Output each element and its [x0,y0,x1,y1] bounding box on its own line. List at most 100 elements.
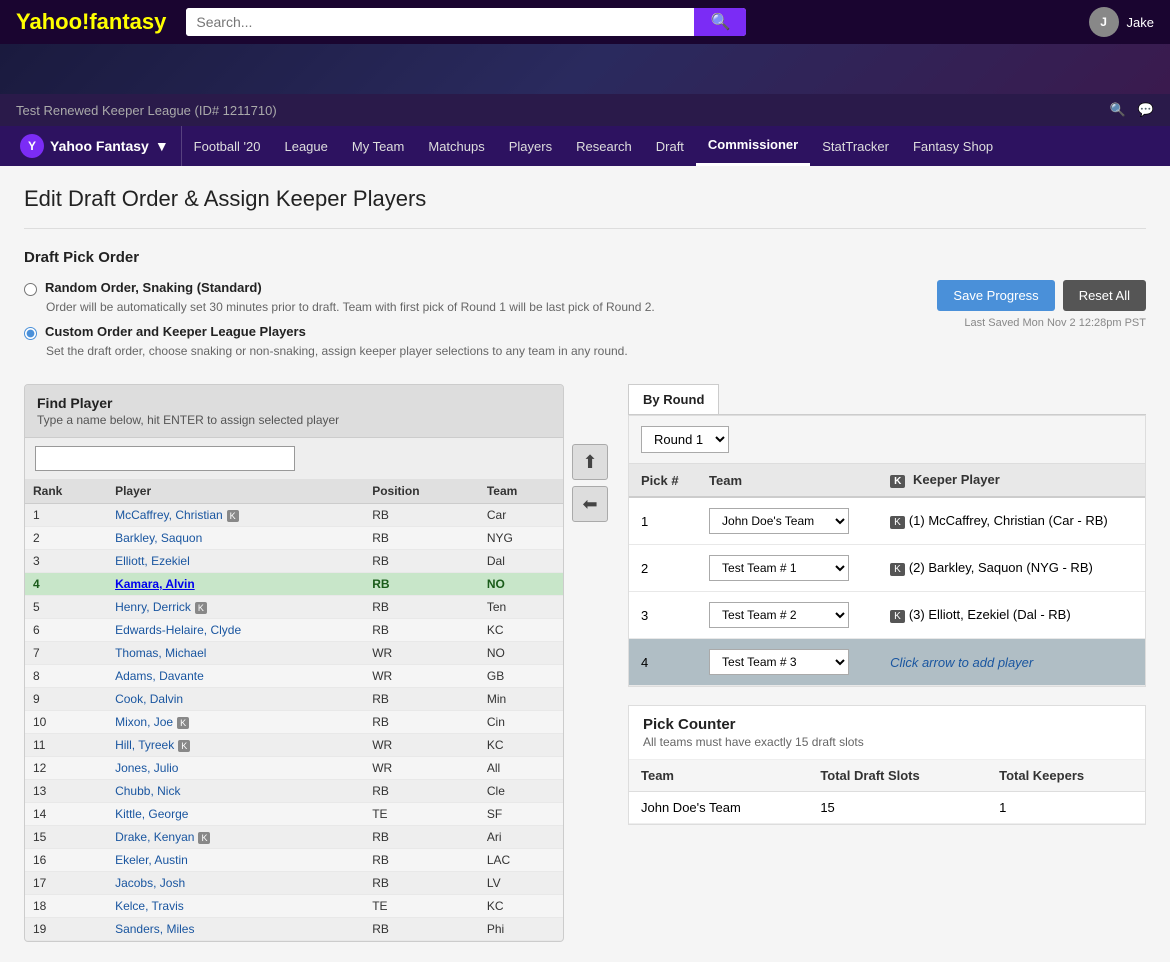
player-team: Phi [479,918,563,941]
team-dropdown[interactable]: John Doe's Team [709,508,849,534]
table-row[interactable]: 3Elliott, EzekielRBDal [25,550,563,573]
team-dropdown[interactable]: Test Team # 2 [709,602,849,628]
nav-myteam[interactable]: My Team [340,126,417,166]
player-name[interactable]: Elliott, Ezekiel [107,550,364,573]
table-row[interactable]: 5Henry, DerrickKRBTen [25,596,563,619]
player-name[interactable]: Barkley, Saquon [107,527,364,550]
global-search-button[interactable]: 🔍 [694,8,746,36]
nav-players[interactable]: Players [497,126,564,166]
draft-table-wrap: Round 1 Round 2 Round 3 Pick # Team K Ke… [628,415,1146,687]
player-rank: 11 [25,734,107,757]
move-down-button[interactable]: ⬅ [572,486,608,522]
draft-team-cell[interactable]: Test Team # 1 [697,545,878,592]
table-row[interactable]: 12Jones, JulioWRAll [25,757,563,780]
team-dropdown[interactable]: Test Team # 1 [709,555,849,581]
player-rank: 16 [25,849,107,872]
random-order-desc: Order will be automatically set 30 minut… [46,300,655,314]
draft-keeper-cell: K(3) Elliott, Ezekiel (Dal - RB) [878,592,1145,639]
player-rank: 1 [25,504,107,527]
player-position: RB [364,573,479,596]
player-position: RB [364,711,479,734]
col-rank: Rank [25,479,107,504]
round-select[interactable]: Round 1 Round 2 Round 3 [641,426,729,453]
player-team: KC [479,619,563,642]
counter-row: John Doe's Team151 [629,792,1145,824]
random-order-radio[interactable] [24,283,37,296]
team-dropdown[interactable]: Test Team # 3 [709,649,849,675]
player-name[interactable]: Jones, Julio [107,757,364,780]
search-icon[interactable]: 🔍 [1110,102,1126,118]
table-row[interactable]: 4Kamara, AlvinRBNO [25,573,563,596]
player-name[interactable]: Mixon, JoeK [107,711,364,734]
counter-team: John Doe's Team [629,792,808,824]
player-name[interactable]: Kelce, Travis [107,895,364,918]
table-row[interactable]: 10Mixon, JoeKRBCin [25,711,563,734]
player-name[interactable]: Henry, DerrickK [107,596,364,619]
nav-league[interactable]: League [272,126,339,166]
player-name[interactable]: Sanders, Miles [107,918,364,941]
player-name[interactable]: Thomas, Michael [107,642,364,665]
random-order-label[interactable]: Random Order, Snaking (Standard) [24,280,655,296]
nav-commissioner[interactable]: Commissioner [696,126,810,166]
table-row[interactable]: 11Hill, TyreekKWRKC [25,734,563,757]
nav-fantasy-shop[interactable]: Fantasy Shop [901,126,1005,166]
table-row[interactable]: 13Chubb, NickRBCle [25,780,563,803]
player-name[interactable]: Edwards-Helaire, Clyde [107,619,364,642]
player-rank: 14 [25,803,107,826]
player-name[interactable]: Cook, Dalvin [107,688,364,711]
league-name: Test Renewed Keeper League (ID# 1211710) [16,103,277,118]
player-name[interactable]: Drake, KenyanK [107,826,364,849]
table-row[interactable]: 16Ekeler, AustinRBLAC [25,849,563,872]
tab-by-round[interactable]: By Round [628,384,719,414]
keeper-badge: K [195,602,207,614]
player-name[interactable]: Hill, TyreekK [107,734,364,757]
move-up-button[interactable]: ⬆ [572,444,608,480]
username: Jake [1127,15,1154,30]
player-position: RB [364,849,479,872]
chat-icon[interactable]: 💬 [1138,102,1154,118]
nav-matchups[interactable]: Matchups [416,126,496,166]
player-team: NO [479,642,563,665]
counter-keepers: 1 [987,792,1145,824]
player-name[interactable]: Kittle, George [107,803,364,826]
nav-draft[interactable]: Draft [644,126,696,166]
click-arrow-label: Click arrow to add player [890,655,1033,670]
global-search-input[interactable] [186,8,694,36]
draft-team-cell[interactable]: John Doe's Team [697,497,878,545]
table-row[interactable]: 19Sanders, MilesRBPhi [25,918,563,941]
table-row[interactable]: 8Adams, DavanteWRGB [25,665,563,688]
nav-brand[interactable]: Y Yahoo Fantasy ▼ [8,126,182,166]
table-row[interactable]: 15Drake, KenyanKRBAri [25,826,563,849]
draft-team-cell[interactable]: Test Team # 3 [697,639,878,686]
player-name[interactable]: Kamara, Alvin [107,573,364,596]
player-team: NYG [479,527,563,550]
nav-football[interactable]: Football '20 [182,126,273,166]
table-row[interactable]: 18Kelce, TravisTEKC [25,895,563,918]
player-name[interactable]: Adams, Davante [107,665,364,688]
player-name[interactable]: Ekeler, Austin [107,849,364,872]
save-row: Save Progress Reset All [937,280,1146,311]
draft-team-cell[interactable]: Test Team # 2 [697,592,878,639]
site-logo[interactable]: Yahoo!fantasy [16,9,166,35]
save-progress-button[interactable]: Save Progress [937,280,1054,311]
player-name[interactable]: Jacobs, Josh [107,872,364,895]
table-row[interactable]: 6Edwards-Helaire, ClydeRBKC [25,619,563,642]
by-round-tabs: By Round [628,384,1146,415]
player-name[interactable]: Chubb, Nick [107,780,364,803]
global-search-bar[interactable]: 🔍 [186,8,746,36]
table-row[interactable]: 9Cook, DalvinRBMin [25,688,563,711]
table-row[interactable]: 7Thomas, MichaelWRNO [25,642,563,665]
player-search-input[interactable] [35,446,295,471]
draft-col-keeper-label: Keeper Player [913,472,1000,487]
table-row[interactable]: 2Barkley, SaquonRBNYG [25,527,563,550]
nav-stattracker[interactable]: StatTracker [810,126,901,166]
player-name[interactable]: McCaffrey, ChristianK [107,504,364,527]
player-team: KC [479,895,563,918]
table-row[interactable]: 17Jacobs, JoshRBLV [25,872,563,895]
reset-all-button[interactable]: Reset All [1063,280,1146,311]
table-row[interactable]: 14Kittle, GeorgeTESF [25,803,563,826]
custom-order-radio[interactable] [24,327,37,340]
custom-order-label[interactable]: Custom Order and Keeper League Players [24,324,655,340]
nav-research[interactable]: Research [564,126,644,166]
table-row[interactable]: 1McCaffrey, ChristianKRBCar [25,504,563,527]
